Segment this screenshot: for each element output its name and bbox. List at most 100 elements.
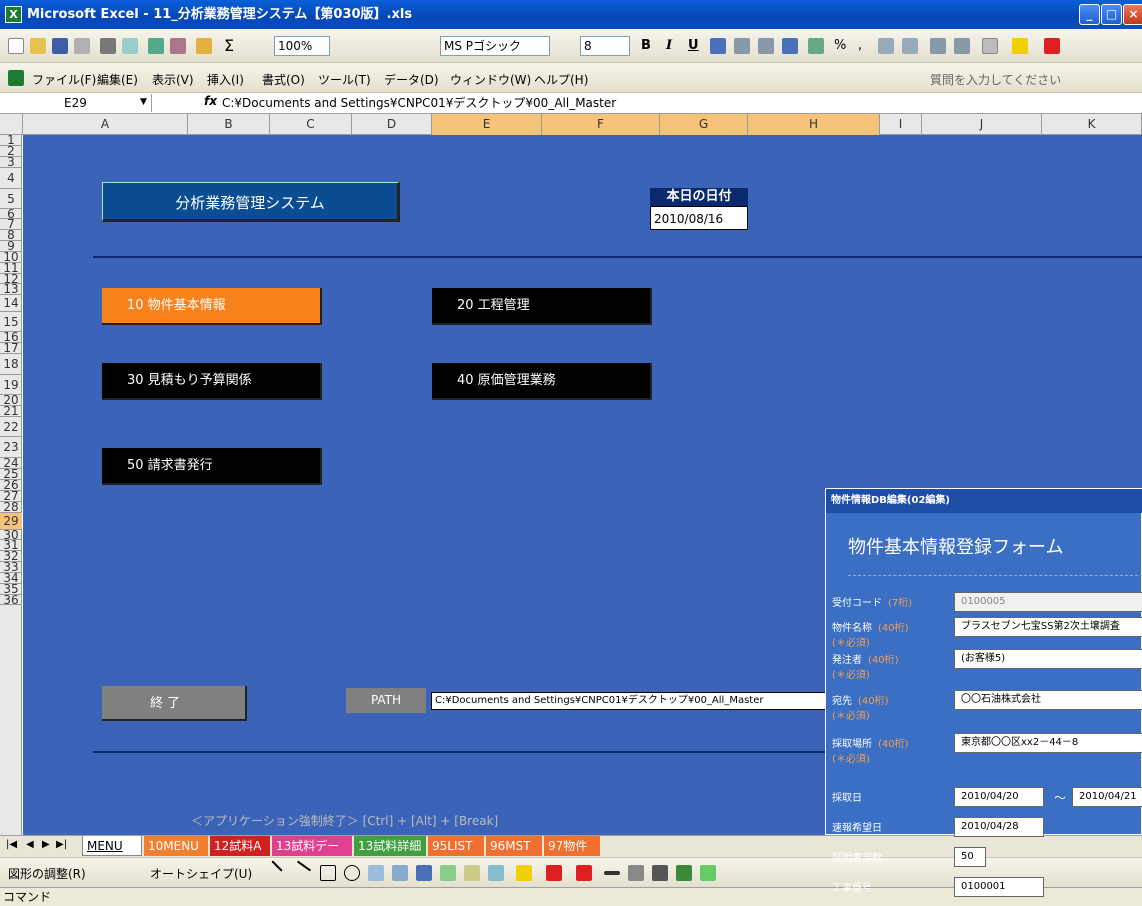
font-select[interactable]: MS Pゴシック [440,36,550,56]
sheet-tab[interactable]: 96MST [486,836,542,856]
increase-decimal-icon[interactable] [878,38,894,54]
exit-button[interactable]: 終 了 [102,686,247,721]
picture-icon[interactable] [488,865,504,881]
rectangle-icon[interactable] [320,865,336,881]
sheet-tab[interactable]: MENU [82,836,142,856]
form-field-input[interactable]: 0100001 [954,877,1044,897]
decrease-indent-icon[interactable] [930,38,946,54]
line-style-icon[interactable] [604,871,620,875]
column-header[interactable]: K [1042,114,1142,135]
research-icon[interactable] [170,38,186,54]
column-header[interactable]: E [432,114,542,135]
form-field-input[interactable]: 〇〇石油株式会社 [954,690,1142,710]
minimize-button[interactable]: _ [1079,4,1100,25]
row-header[interactable]: 14 [0,295,22,312]
maximize-button[interactable]: □ [1101,4,1122,25]
line-icon[interactable] [271,860,283,872]
menu-edit[interactable]: 編集(E) [97,71,138,88]
column-header[interactable]: I [880,114,922,135]
percent-button[interactable]: % [834,38,846,53]
draw-font-color-icon[interactable] [576,865,592,881]
fx-icon[interactable]: fx [204,94,217,108]
tab-nav-first-icon[interactable]: |◀ [6,839,17,850]
clipart-icon[interactable] [464,865,480,881]
currency-icon[interactable] [808,38,824,54]
menu-tools[interactable]: ツール(T) [318,71,371,88]
cost-management-button[interactable]: 40 原価管理業務 [432,363,652,400]
row-header[interactable]: 23 [0,437,22,458]
name-box[interactable]: E29 [2,94,152,112]
dash-style-icon[interactable] [628,865,644,881]
row-header[interactable]: 19 [0,375,22,395]
form-field-input[interactable]: (お客様5) [954,649,1142,669]
row-header[interactable]: 5 [0,189,22,209]
row-header[interactable]: 17 [0,342,22,354]
row-header[interactable]: 3 [0,156,22,168]
form-field-input[interactable]: 2010/04/20 [954,787,1044,807]
column-header[interactable]: J [922,114,1042,135]
format-painter-icon[interactable] [196,38,212,54]
sheet-tab[interactable]: 13試料詳細 [354,836,426,856]
arrow-style-icon[interactable] [652,865,668,881]
row-header[interactable]: 21 [0,405,22,417]
print-preview-icon[interactable] [122,38,138,54]
open-icon[interactable] [30,38,46,54]
bold-button[interactable]: B [641,38,651,53]
row-header[interactable]: 18 [0,354,22,375]
column-header[interactable]: H [748,114,880,135]
draw-fill-color-icon[interactable] [516,865,532,881]
permission-icon[interactable] [74,38,90,54]
process-management-button[interactable]: 20 工程管理 [432,288,652,325]
merge-center-icon[interactable] [782,38,798,54]
menu-data[interactable]: データ(D) [384,71,439,88]
diagram-icon[interactable] [440,865,456,881]
sheet-tab[interactable]: 10MENU [144,836,208,856]
autosum-icon[interactable]: Σ [224,36,234,55]
form-field-input[interactable]: ブラスセブン七宝SS第2次土壌調査 [954,617,1142,637]
tab-nav-prev-icon[interactable]: ◀ [26,839,34,850]
row-header[interactable]: 15 [0,312,22,332]
form-field-input[interactable]: 東京都〇〇区xx2－44－8 [954,733,1142,753]
line-color-icon[interactable] [546,865,562,881]
align-left-icon[interactable] [710,38,726,54]
wordart-icon[interactable] [416,865,432,881]
form-field-input[interactable]: 50 [954,847,986,867]
column-header[interactable]: G [660,114,748,135]
column-header[interactable]: A [23,114,188,135]
menu-format[interactable]: 書式(O) [262,71,305,88]
estimate-budget-button[interactable]: 30 見積もり予算関係 [102,363,322,400]
column-header[interactable]: B [188,114,270,135]
sheet-tab[interactable]: 13試料データ [272,836,352,873]
select-all-corner[interactable] [0,114,23,135]
zoom-select[interactable]: 100% [274,36,330,56]
save-icon[interactable] [52,38,68,54]
row-header[interactable]: 13 [0,283,22,295]
column-header[interactable]: F [542,114,660,135]
font-color-icon[interactable] [1044,38,1060,54]
row-header[interactable]: 4 [0,168,22,189]
workbook-icon[interactable] [8,70,24,86]
oval-icon[interactable] [344,865,360,881]
comma-button[interactable]: , [858,38,862,53]
decrease-decimal-icon[interactable] [902,38,918,54]
3d-icon[interactable] [700,865,716,881]
increase-indent-icon[interactable] [954,38,970,54]
path-input[interactable]: C:¥Documents and Settings¥CNPC01¥デスクトップ¥… [431,692,831,710]
vertical-textbox-icon[interactable] [392,865,408,881]
form-field-input[interactable]: 2010/04/28 [954,817,1044,837]
fill-color-icon[interactable] [1012,38,1028,54]
tab-nav-last-icon[interactable]: ▶| [56,839,67,850]
shadow-icon[interactable] [676,865,692,881]
formula-input[interactable]: C:¥Documents and Settings¥CNPC01¥デスクトップ¥… [222,94,616,112]
spelling-icon[interactable] [148,38,164,54]
print-icon[interactable] [100,38,116,54]
menu-view[interactable]: 表示(V) [152,71,194,88]
menu-window[interactable]: ウィンドウ(W) [450,71,531,88]
form-field-input-end[interactable]: 2010/04/21 [1072,787,1142,807]
property-info-button[interactable]: 10 物件基本情報 [102,288,322,325]
sheet-tab[interactable]: 12試料A [210,836,270,856]
help-search-input[interactable]: 質問を入力してください [930,71,1061,88]
borders-icon[interactable] [982,38,998,54]
align-center-icon[interactable] [734,38,750,54]
autoshape-menu[interactable]: オートシェイプ(U) [150,865,252,882]
